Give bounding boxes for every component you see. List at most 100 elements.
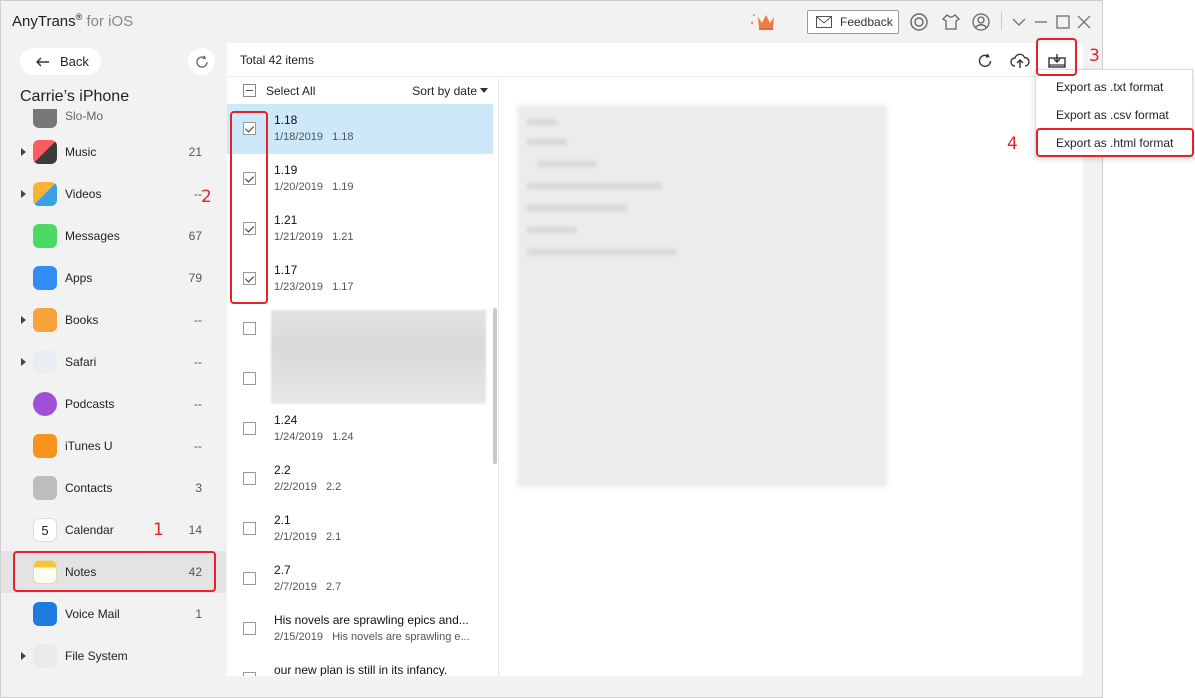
expand-arrow-icon[interactable] xyxy=(21,652,26,660)
total-items-label: Total 42 items xyxy=(240,53,315,67)
annotation-box-html-option xyxy=(1036,128,1194,157)
chevron-down-icon[interactable] xyxy=(1009,12,1029,32)
toolbar-divider xyxy=(1001,12,1002,30)
app-subtitle: for iOS xyxy=(86,13,134,30)
note-row[interactable]: 2.7 2/7/2019 2.7 xyxy=(227,554,493,604)
panel-header: Total 42 items xyxy=(227,43,1083,77)
sidebar-item-label: Calendar xyxy=(65,523,114,537)
note-title: 1.17 xyxy=(274,263,298,277)
sort-dropdown[interactable]: Sort by date xyxy=(412,84,477,98)
maximize-icon[interactable] xyxy=(1053,12,1073,32)
note-preview: 1.18 xyxy=(332,131,354,143)
annotation-box-checkboxes xyxy=(230,111,268,304)
app-name: AnyTrans xyxy=(12,13,76,30)
annotation-number: 3 xyxy=(1089,46,1100,66)
sidebar-item-file-system[interactable]: File System xyxy=(1,635,226,677)
file-system-icon xyxy=(33,644,57,668)
note-title: 1.19 xyxy=(274,163,298,177)
note-checkbox[interactable] xyxy=(243,322,256,335)
note-checkbox[interactable] xyxy=(243,572,256,585)
sidebar-item-safari[interactable]: Safari -- xyxy=(1,341,226,383)
annotation-box-export-button xyxy=(1036,38,1077,76)
note-date: 1/24/2019 xyxy=(274,431,323,443)
sidebar-item-music[interactable]: Music 21 xyxy=(1,131,226,173)
note-meta: 2/1/2019 2.1 xyxy=(274,531,488,543)
note-checkbox[interactable] xyxy=(243,672,256,676)
list-header: Select All Sort by date xyxy=(227,78,498,104)
note-checkbox[interactable] xyxy=(243,422,256,435)
upload-to-device-button[interactable] xyxy=(1008,49,1032,73)
blur-line xyxy=(527,139,567,145)
sidebar-item-messages[interactable]: Messages 67 xyxy=(1,215,226,257)
expand-arrow-icon[interactable] xyxy=(21,316,26,324)
note-meta: 1/18/2019 1.18 xyxy=(274,131,488,143)
note-row[interactable]: 2.1 2/1/2019 2.1 xyxy=(227,504,493,554)
sidebar-item-count: 67 xyxy=(188,229,202,243)
note-meta: 1/23/2019 1.17 xyxy=(274,281,488,293)
note-row[interactable]: 1.24 1/24/2019 1.24 xyxy=(227,404,493,454)
expand-arrow-icon[interactable] xyxy=(21,148,26,156)
annotation-number: 1 xyxy=(153,520,164,540)
sidebar-item-count: 21 xyxy=(188,145,202,159)
support-icon[interactable] xyxy=(909,12,929,32)
app-window: AnyTrans® for iOS Feedback Back Carrie’s… xyxy=(0,0,1103,698)
note-meta: 2/2/2019 2.2 xyxy=(274,481,488,493)
sidebar-item-apps[interactable]: Apps 79 xyxy=(1,257,226,299)
caret-down-icon[interactable] xyxy=(480,88,488,93)
note-preview: 2.7 xyxy=(326,581,342,593)
registered-mark: ® xyxy=(75,12,83,22)
sidebar-item-count: 79 xyxy=(188,271,202,285)
music-icon xyxy=(33,140,57,164)
sidebar-item-itunes-u[interactable]: iTunes U -- xyxy=(1,425,226,467)
export-txt-option[interactable]: Export as .txt format xyxy=(1056,80,1163,94)
note-checkbox[interactable] xyxy=(243,472,256,485)
back-label: Back xyxy=(60,54,89,69)
close-icon[interactable] xyxy=(1074,12,1094,32)
sidebar-item-label: Contacts xyxy=(65,481,113,495)
select-all-checkbox[interactable] xyxy=(243,84,256,97)
back-button[interactable]: Back xyxy=(20,48,101,75)
note-meta: 1/24/2019 1.24 xyxy=(274,431,488,443)
note-date: 1/20/2019 xyxy=(274,181,323,193)
note-checkbox[interactable] xyxy=(243,622,256,635)
sidebar-item-contacts[interactable]: Contacts 3 xyxy=(1,467,226,509)
sidebar-item-count: 1 xyxy=(195,607,202,621)
select-all-label[interactable]: Select All xyxy=(266,84,315,98)
sidebar-item-count: -- xyxy=(194,397,202,411)
note-preview: 1.17 xyxy=(332,281,354,293)
refresh-icon xyxy=(978,53,992,67)
note-title: 1.18 xyxy=(274,113,298,127)
sidebar-item-calendar[interactable]: 5 Calendar 14 xyxy=(1,509,226,551)
expand-arrow-icon[interactable] xyxy=(21,190,26,198)
note-row[interactable]: 2.2 2/2/2019 2.2 xyxy=(227,454,493,504)
calendar-icon: 5 xyxy=(33,518,57,542)
sidebar-item-label: Books xyxy=(65,313,99,327)
note-checkbox[interactable] xyxy=(243,372,256,385)
refresh-button[interactable] xyxy=(973,49,997,73)
sidebar-item-videos[interactable]: Videos -- xyxy=(1,173,226,215)
note-date: 1/21/2019 xyxy=(274,231,323,243)
account-icon[interactable] xyxy=(971,12,991,32)
minimize-icon[interactable] xyxy=(1031,12,1051,32)
sidebar-item-voice-mail[interactable]: Voice Mail 1 xyxy=(1,593,226,635)
blur-line xyxy=(527,205,627,211)
sidebar-item-books[interactable]: Books -- xyxy=(1,299,226,341)
list-scrollbar[interactable] xyxy=(493,308,497,464)
arrow-left-icon xyxy=(36,57,49,66)
podcasts-icon xyxy=(33,392,57,416)
blur-line xyxy=(527,183,662,189)
export-csv-option[interactable]: Export as .csv format xyxy=(1056,108,1169,122)
sidebar-item-label: Slo-Mo xyxy=(65,109,104,123)
crown-icon[interactable] xyxy=(748,9,782,33)
messages-icon xyxy=(33,224,57,248)
sidebar-item-podcasts[interactable]: Podcasts -- xyxy=(1,383,226,425)
note-row[interactable]: His novels are sprawling epics and... 2/… xyxy=(227,604,493,654)
books-icon xyxy=(33,308,57,332)
refresh-device-button[interactable] xyxy=(188,48,215,75)
feedback-button[interactable]: Feedback xyxy=(807,10,899,34)
expand-arrow-icon[interactable] xyxy=(21,358,26,366)
note-checkbox[interactable] xyxy=(243,522,256,535)
device-name: Carrie’s iPhone xyxy=(20,88,130,105)
note-row[interactable]: our new plan is still in its infancy. xyxy=(227,654,493,676)
skin-icon[interactable] xyxy=(941,12,961,32)
